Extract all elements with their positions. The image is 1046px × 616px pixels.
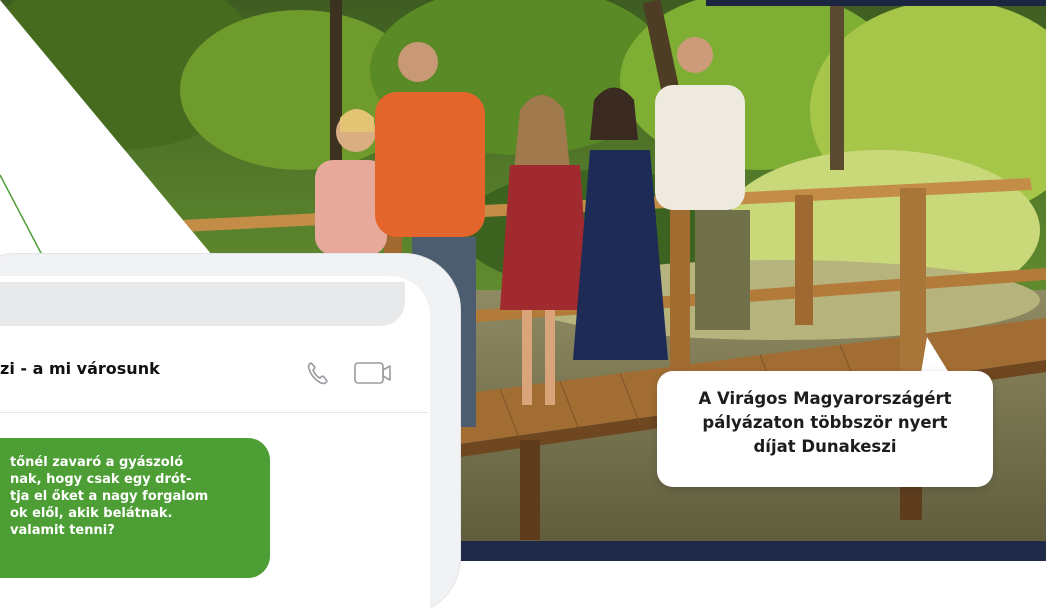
chat-title: zi - a mi városunk	[0, 359, 160, 378]
phone-icon[interactable]	[306, 360, 330, 386]
caption-line-3: díjat Dunakeszi	[753, 437, 897, 456]
caption-text: A Virágos Magyarországért pályázaton töb…	[657, 387, 993, 459]
top-right-dark-corner	[706, 0, 1046, 6]
phone-notch	[0, 282, 405, 326]
caption-line-2: pályázaton többször nyert	[702, 413, 948, 432]
caption-line-1: A Virágos Magyarországért	[698, 389, 952, 408]
bottom-navy-band	[452, 541, 1046, 561]
video-camera-icon[interactable]	[353, 360, 393, 386]
chat-header-divider	[0, 412, 428, 413]
message-text: tőnél zavaró a gyászoló nak, hogy csak e…	[10, 455, 209, 538]
